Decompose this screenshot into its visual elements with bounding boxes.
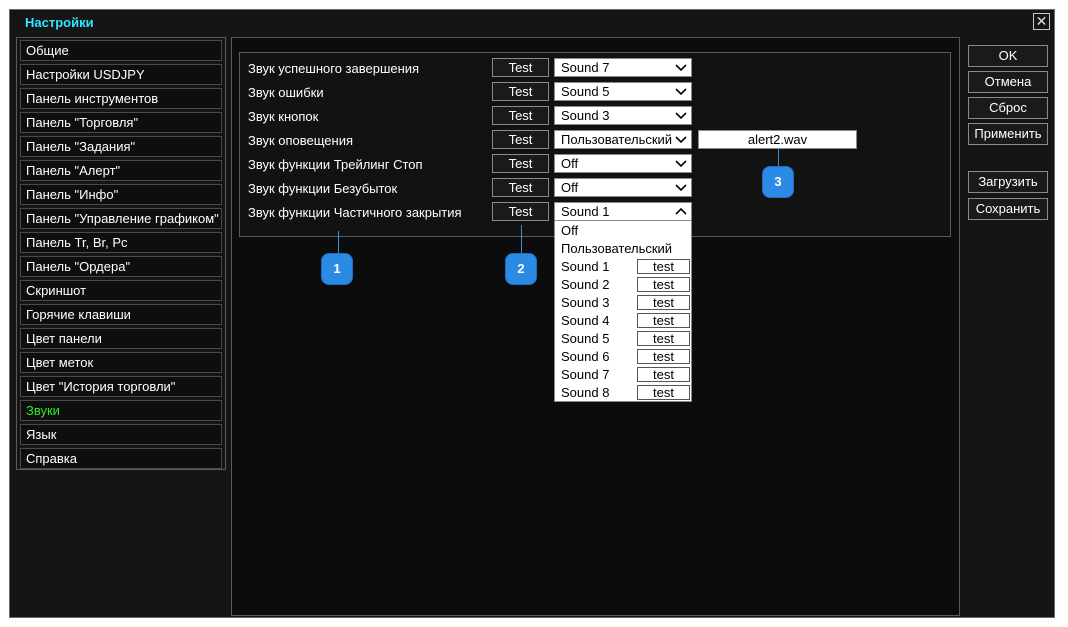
- chevron-down-icon: [675, 184, 687, 192]
- sidebar-item-history-color[interactable]: Цвет "История торговли": [20, 376, 222, 397]
- dropdown-option-sound-8[interactable]: Sound 8: [561, 385, 609, 400]
- select-button-sound[interactable]: Sound 3: [554, 106, 692, 125]
- sidebar-item-symbol-settings[interactable]: Настройки USDJPY: [20, 64, 222, 85]
- sidebar-item-info-panel[interactable]: Панель "Инфо": [20, 184, 222, 205]
- callout-badge-1: 1: [322, 254, 352, 284]
- row-label-breakeven-sound: Звук функции Безубыток: [248, 181, 398, 196]
- dropdown-test-button-sound-4[interactable]: test: [637, 313, 690, 328]
- sidebar-item-help[interactable]: Справка: [20, 448, 222, 469]
- test-button-partial-close-sound[interactable]: Test: [492, 202, 549, 221]
- test-button-success-sound[interactable]: Test: [492, 58, 549, 77]
- sidebar-item-tr-br-pc-panel[interactable]: Панель Tr, Br, Pc: [20, 232, 222, 253]
- dropdown-test-button-sound-2[interactable]: test: [637, 277, 690, 292]
- chevron-down-icon: [675, 64, 687, 72]
- dropdown-option-sound-6[interactable]: Sound 6: [561, 349, 609, 364]
- sidebar-item-orders-panel[interactable]: Панель "Ордера": [20, 256, 222, 277]
- callout-connector-2: [521, 225, 522, 256]
- row-label-trailing-stop-sound: Звук функции Трейлинг Стоп: [248, 157, 423, 172]
- close-icon: ✕: [1035, 13, 1048, 29]
- dropdown-test-button-sound-6[interactable]: test: [637, 349, 690, 364]
- dropdown-option-custom[interactable]: Пользовательский: [561, 241, 672, 256]
- chevron-down-icon: [675, 112, 687, 120]
- custom-sound-file-input[interactable]: alert2.wav: [698, 130, 857, 149]
- row-label-alert-sound: Звук оповещения: [248, 133, 354, 148]
- sidebar-item-chart-control-panel[interactable]: Панель "Управление графиком": [20, 208, 222, 229]
- select-value: Пользовательский: [561, 132, 673, 147]
- select-value: Sound 3: [561, 108, 610, 123]
- select-trailing-stop-sound[interactable]: Off: [554, 154, 692, 173]
- select-value: Sound 5: [561, 84, 610, 99]
- callout-badge-2: 2: [506, 254, 536, 284]
- dropdown-option-sound-5[interactable]: Sound 5: [561, 331, 609, 346]
- dropdown-option-sound-2[interactable]: Sound 2: [561, 277, 609, 292]
- dropdown-test-button-sound-3[interactable]: test: [637, 295, 690, 310]
- select-value: Off: [561, 180, 579, 195]
- sidebar-item-hotkeys[interactable]: Горячие клавиши: [20, 304, 222, 325]
- select-value: Sound 1: [561, 204, 610, 219]
- sidebar-item-sounds[interactable]: Звуки: [20, 400, 222, 421]
- load-button[interactable]: Загрузить: [968, 171, 1048, 193]
- sidebar-item-toolbar[interactable]: Панель инструментов: [20, 88, 222, 109]
- settings-sidebar: Общие Настройки USDJPY Панель инструмент…: [16, 37, 226, 470]
- test-button-breakeven-sound[interactable]: Test: [492, 178, 549, 197]
- reset-button[interactable]: Сброс: [968, 97, 1048, 119]
- chevron-down-icon: [675, 160, 687, 168]
- sidebar-item-trading-panel[interactable]: Панель "Торговля": [20, 112, 222, 133]
- chevron-up-icon: [675, 207, 687, 215]
- row-label-button-sound: Звук кнопок: [248, 109, 319, 124]
- dropdown-test-button-sound-1[interactable]: test: [637, 259, 690, 274]
- callout-badge-3: 3: [763, 167, 793, 197]
- row-label-success-sound: Звук успешного завершения: [248, 61, 420, 76]
- callout-connector-1: [338, 231, 339, 256]
- ok-button[interactable]: OK: [968, 45, 1048, 67]
- close-button[interactable]: ✕: [1033, 13, 1050, 30]
- select-partial-close-sound[interactable]: Sound 1: [554, 202, 692, 221]
- select-breakeven-sound[interactable]: Off: [554, 178, 692, 197]
- dropdown-option-sound-3[interactable]: Sound 3: [561, 295, 609, 310]
- dropdown-option-sound-4[interactable]: Sound 4: [561, 313, 609, 328]
- test-button-button-sound[interactable]: Test: [492, 106, 549, 125]
- window-title: Настройки: [25, 15, 94, 30]
- row-label-error-sound: Звук ошибки: [248, 85, 324, 100]
- dropdown-option-sound-1[interactable]: Sound 1: [561, 259, 609, 274]
- test-button-alert-sound[interactable]: Test: [492, 130, 549, 149]
- test-button-trailing-stop-sound[interactable]: Test: [492, 154, 549, 173]
- settings-window: Настройки ✕ Общие Настройки USDJPY Панел…: [9, 9, 1055, 618]
- sidebar-item-screenshot[interactable]: Скриншот: [20, 280, 222, 301]
- sidebar-item-panel-color[interactable]: Цвет панели: [20, 328, 222, 349]
- sidebar-item-language[interactable]: Язык: [20, 424, 222, 445]
- save-button[interactable]: Сохранить: [968, 198, 1048, 220]
- cancel-button[interactable]: Отмена: [968, 71, 1048, 93]
- select-error-sound[interactable]: Sound 5: [554, 82, 692, 101]
- select-value: Off: [561, 156, 579, 171]
- chevron-down-icon: [675, 136, 687, 144]
- dropdown-test-button-sound-8[interactable]: test: [637, 385, 690, 400]
- select-success-sound[interactable]: Sound 7: [554, 58, 692, 77]
- apply-button[interactable]: Применить: [968, 123, 1048, 145]
- dropdown-option-off[interactable]: Off: [561, 223, 578, 238]
- test-button-error-sound[interactable]: Test: [492, 82, 549, 101]
- callout-connector-3: [778, 148, 779, 169]
- dropdown-test-button-sound-7[interactable]: test: [637, 367, 690, 382]
- sound-dropdown-list: Off Пользовательский Sound 1 test Sound …: [554, 220, 692, 402]
- row-label-partial-close-sound: Звук функции Частичного закрытия: [248, 205, 462, 220]
- dropdown-option-sound-7[interactable]: Sound 7: [561, 367, 609, 382]
- sidebar-item-labels-color[interactable]: Цвет меток: [20, 352, 222, 373]
- dropdown-test-button-sound-5[interactable]: test: [637, 331, 690, 346]
- select-alert-sound[interactable]: Пользовательский: [554, 130, 692, 149]
- sidebar-item-tasks-panel[interactable]: Панель "Задания": [20, 136, 222, 157]
- chevron-down-icon: [675, 88, 687, 96]
- select-value: Sound 7: [561, 60, 610, 75]
- sidebar-item-general[interactable]: Общие: [20, 40, 222, 61]
- sidebar-item-alert-panel[interactable]: Панель "Алерт": [20, 160, 222, 181]
